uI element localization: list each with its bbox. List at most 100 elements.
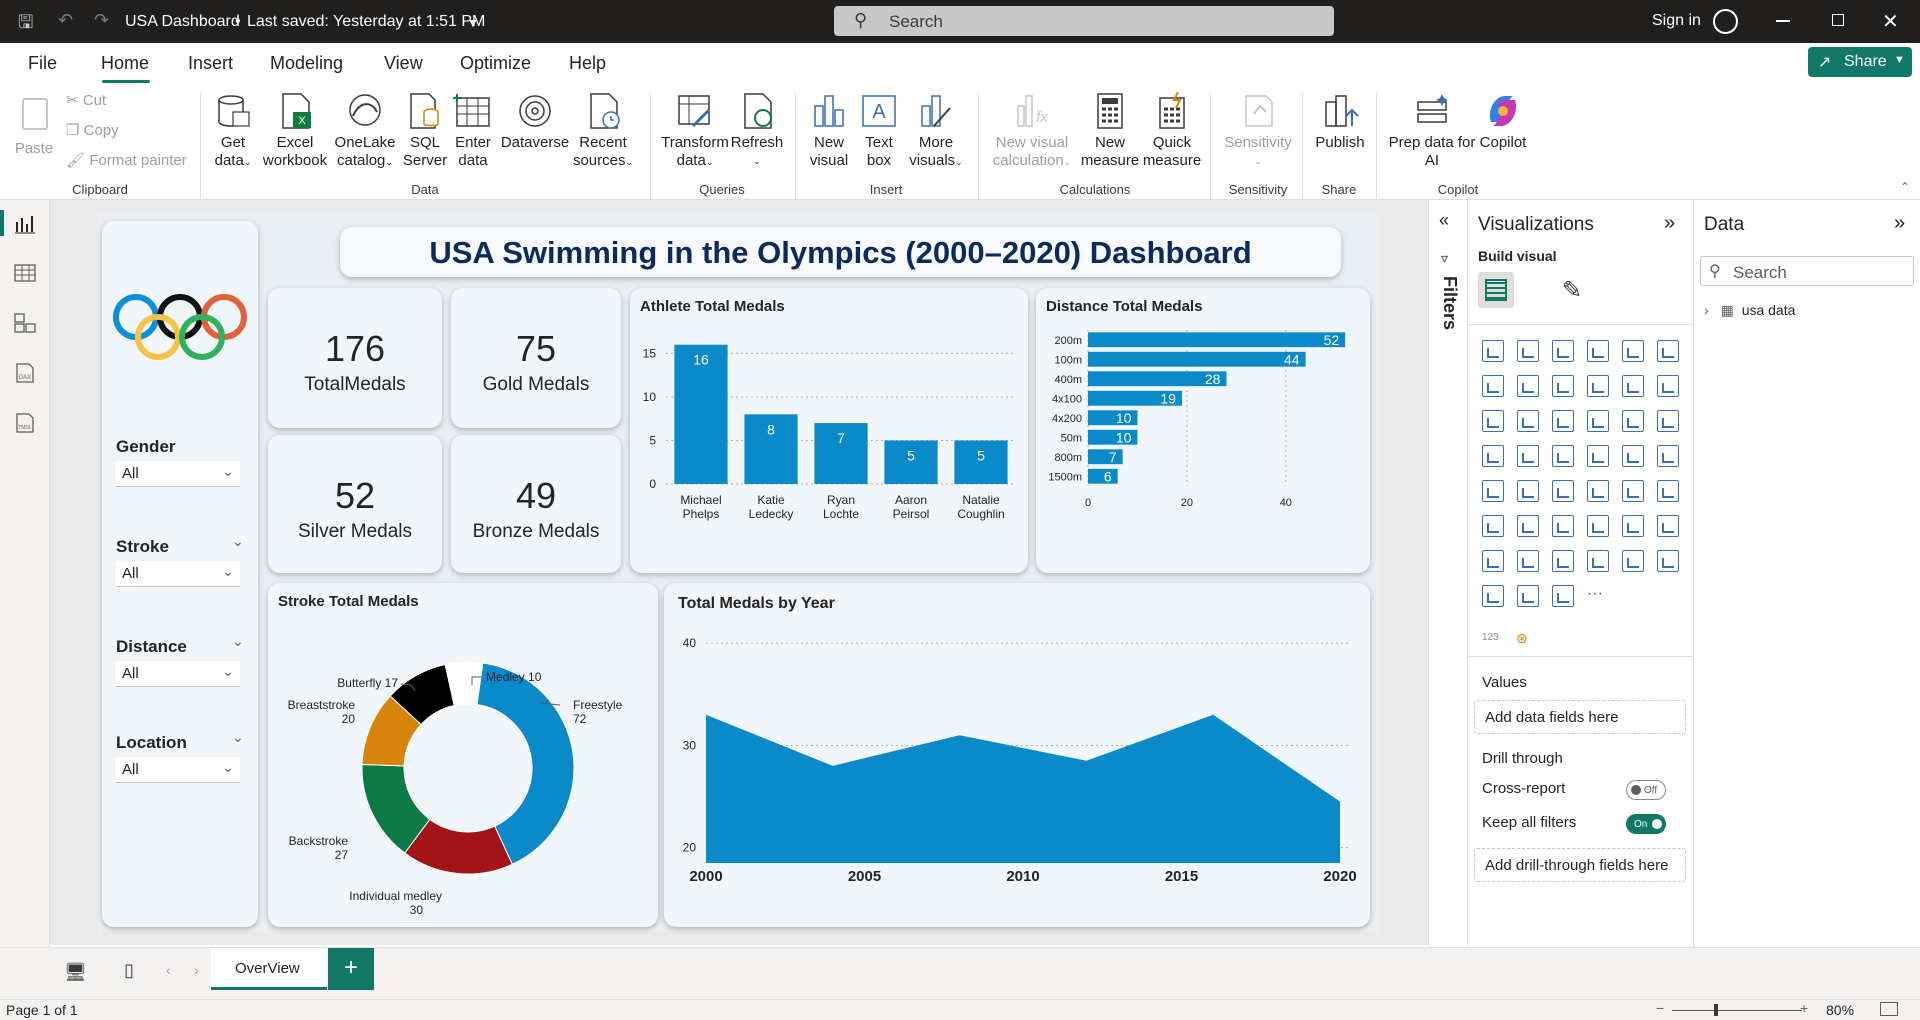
stroke-medals-chart[interactable]: Stroke Total Medals Freestyle 72 Individua…: [268, 583, 658, 927]
matrix-icon[interactable]: [1622, 480, 1644, 502]
kpi-card-silver[interactable]: 52 Silver Medals: [268, 435, 442, 573]
paginated-icon[interactable]: [1657, 515, 1679, 537]
donut-icon[interactable]: [1657, 410, 1679, 432]
copy-button[interactable]: ❐ Copy: [66, 122, 119, 140]
chevron-down-icon[interactable]: ⌄: [232, 533, 244, 550]
account-icon[interactable]: [1713, 9, 1738, 34]
kpi-card-bronze[interactable]: 49 Bronze Medals: [451, 435, 621, 573]
collapse-visualizations-icon[interactable]: »: [1664, 212, 1675, 235]
kpi-card-gold[interactable]: 75 Gold Medals: [451, 288, 621, 428]
sign-in-link[interactable]: Sign in: [1652, 12, 1701, 30]
onelake-catalog-button[interactable]: OneLake catalog⌄: [330, 92, 400, 171]
last-saved-text[interactable]: Last saved: Yesterday at 1:51 PM: [247, 13, 485, 31]
clustered-column-icon[interactable]: [1587, 340, 1609, 362]
athlete-medals-chart[interactable]: Athlete Total Medals 0 5 10 15 16 Michael Phel…: [630, 288, 1028, 573]
power-automate-icon[interactable]: [1587, 550, 1609, 572]
report-view-icon[interactable]: [13, 212, 37, 234]
distance-medals-chart[interactable]: Distance Total Medals 0 20 40 52 200m 44 100m 2…: [1036, 288, 1370, 573]
menu-home[interactable]: Home: [101, 53, 149, 74]
decomposition-icon[interactable]: ⊛: [1516, 630, 1528, 647]
line-column-icon[interactable]: [1622, 375, 1644, 397]
scatter-icon[interactable]: [1587, 410, 1609, 432]
new-measure-button[interactable]: New measure: [1078, 92, 1142, 170]
dax-query-view-icon[interactable]: DAX: [13, 362, 37, 384]
build-visual-tab[interactable]: [1478, 272, 1514, 308]
table-icon[interactable]: [1587, 480, 1609, 502]
redo-icon[interactable]: ↷: [94, 10, 109, 31]
undo-icon[interactable]: ↶: [58, 10, 73, 31]
minimize-icon[interactable]: [1776, 20, 1790, 22]
new-visual-calculation-button[interactable]: fx New visual calculation⌄: [988, 92, 1076, 171]
kpi-card-total[interactable]: 176 TotalMedals: [268, 288, 442, 428]
gender-slicer-dropdown[interactable]: All ⌄: [116, 461, 240, 487]
format-painter-button[interactable]: 🖌 Format painter: [66, 152, 187, 170]
global-search-box[interactable]: ⚲ Search: [834, 6, 1334, 36]
collapse-data-icon[interactable]: »: [1894, 212, 1905, 235]
menu-modeling[interactable]: Modeling: [270, 53, 343, 74]
page-tab-overview[interactable]: OverView: [211, 948, 327, 990]
pie-icon[interactable]: [1622, 410, 1644, 432]
chevron-down-icon[interactable]: ⌄: [232, 729, 244, 746]
publish-button[interactable]: Publish: [1310, 92, 1370, 152]
menu-optimize[interactable]: Optimize: [460, 53, 531, 74]
text-box-button[interactable]: A Text box: [856, 92, 902, 170]
file-title[interactable]: USA Dashboard: [125, 13, 240, 31]
menu-file[interactable]: File: [28, 53, 57, 74]
get-data-button[interactable]: Get data⌄: [208, 92, 258, 171]
cut-button[interactable]: ✂ Cut: [66, 92, 106, 110]
zoom-slider-thumb[interactable]: [1714, 1004, 1718, 1016]
fit-to-page-icon[interactable]: [1880, 1002, 1898, 1016]
desktop-layout-icon[interactable]: 🖥: [64, 962, 87, 983]
prep-data-for-ai-button[interactable]: Prep data for AI: [1384, 92, 1480, 170]
multi-row-card-icon[interactable]: [1482, 480, 1504, 502]
prev-page-icon[interactable]: ‹: [166, 962, 171, 978]
keep-filters-toggle[interactable]: On: [1626, 814, 1666, 834]
transform-data-button[interactable]: Transform data⌄: [660, 92, 730, 171]
area-icon[interactable]: [1517, 375, 1539, 397]
map-icon[interactable]: [1517, 445, 1539, 467]
dataverse-button[interactable]: Dataverse: [500, 92, 570, 152]
year-medals-chart[interactable]: Total Medals by Year 20 30 40 2000 2005 2010 2…: [664, 583, 1370, 927]
treemap-icon[interactable]: [1482, 445, 1504, 467]
more-icon[interactable]: ···: [1587, 585, 1609, 607]
trophy-icon[interactable]: [1482, 550, 1504, 572]
share-button[interactable]: ↗ Share ▼: [1808, 47, 1912, 77]
funnel-icon[interactable]: [1552, 410, 1574, 432]
python-visual-icon[interactable]: [1482, 515, 1504, 537]
model-view-icon[interactable]: [13, 312, 37, 334]
values-field-well[interactable]: Add data fields here: [1474, 700, 1686, 734]
100-bar-icon[interactable]: [1622, 340, 1644, 362]
menu-insert[interactable]: Insert: [188, 53, 233, 74]
power-apps-icon[interactable]: [1552, 550, 1574, 572]
table-view-icon[interactable]: [13, 262, 37, 284]
narrative-icon[interactable]: [1622, 515, 1644, 537]
ai-visual-icon[interactable]: [1622, 550, 1644, 572]
recent-sources-button[interactable]: Recent sources⌄: [570, 92, 636, 171]
qa-icon[interactable]: [1587, 515, 1609, 537]
sql-server-button[interactable]: SQL Server: [402, 92, 448, 170]
decomposition-tree-icon[interactable]: [1552, 515, 1574, 537]
sensitivity-button[interactable]: Sensitivity ⌄: [1218, 92, 1298, 170]
mobile-layout-icon[interactable]: ▯: [124, 960, 134, 981]
cross-report-toggle[interactable]: Off: [1626, 780, 1666, 800]
enter-data-button[interactable]: Enter data: [450, 92, 496, 170]
stacked-area-icon[interactable]: [1552, 375, 1574, 397]
key-influencers-icon[interactable]: [1517, 515, 1539, 537]
copilot-button[interactable]: Copilot: [1478, 92, 1528, 152]
filled-map-icon[interactable]: [1552, 445, 1574, 467]
slicer-icon[interactable]: [1552, 480, 1574, 502]
zoom-in-icon[interactable]: +: [1800, 1000, 1808, 1016]
stroke-slicer-dropdown[interactable]: All ⌄: [116, 561, 240, 587]
clustered-bar-icon[interactable]: [1552, 340, 1574, 362]
card-icon[interactable]: [1657, 445, 1679, 467]
table-usa-data[interactable]: › ▦ usa data: [1704, 302, 1795, 319]
chevron-down-icon[interactable]: ▼: [467, 16, 479, 30]
waterfall-icon[interactable]: [1517, 410, 1539, 432]
gauge-icon[interactable]: [1622, 445, 1644, 467]
close-icon[interactable]: ✕: [1882, 9, 1899, 34]
restore-icon[interactable]: [1832, 14, 1844, 26]
stacked-bar-icon[interactable]: [1482, 340, 1504, 362]
line-icon[interactable]: [1482, 375, 1504, 397]
new-visual-button[interactable]: New visual: [805, 92, 853, 170]
shape-map-icon[interactable]: [1482, 585, 1504, 607]
